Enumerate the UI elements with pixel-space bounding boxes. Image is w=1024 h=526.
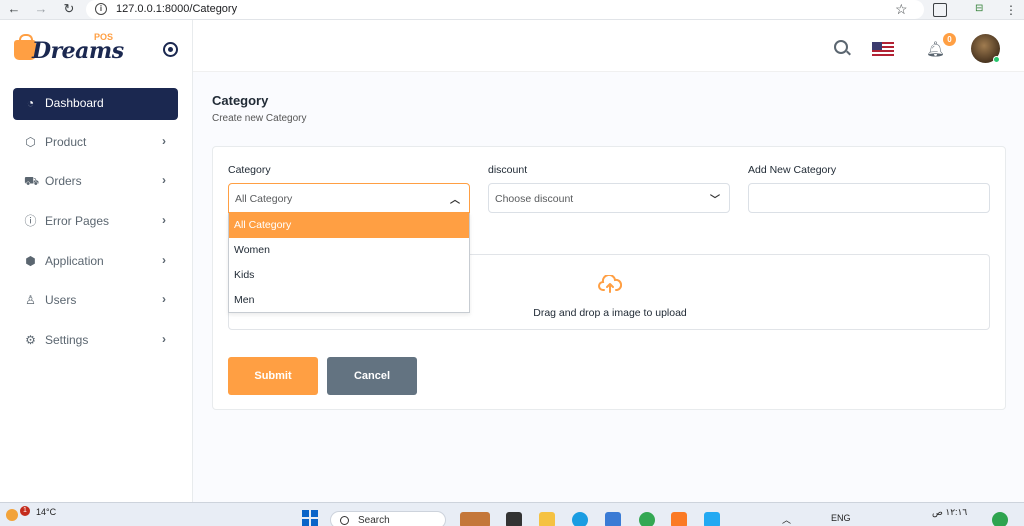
dropdown-option[interactable]: Women xyxy=(229,238,469,263)
windows-start-icon[interactable] xyxy=(302,510,318,526)
sidebar-item-application[interactable]: ⬢ Application › xyxy=(13,246,178,278)
chevron-right-icon: › xyxy=(162,292,166,306)
chevron-down-icon: ﹀ xyxy=(710,195,720,206)
box-icon: ⬡ xyxy=(25,135,36,149)
chevron-right-icon: › xyxy=(162,332,166,346)
page-subtitle: Create new Category xyxy=(212,113,307,124)
sidebar-toggle-icon[interactable] xyxy=(163,42,178,57)
top-header: 🔔︎ 0 xyxy=(193,20,1024,72)
sidebar-item-label: Dashboard xyxy=(45,96,104,110)
sidebar: Dreams POS ◔ Dashboard ⬡ Product › ⛟ Ord… xyxy=(0,20,193,502)
page-title: Category xyxy=(212,93,269,108)
online-status-dot xyxy=(993,56,1000,63)
browser-menu-icon[interactable]: ⋮ xyxy=(1005,3,1019,17)
extensions-icon[interactable] xyxy=(933,3,947,17)
notifications-icon[interactable] xyxy=(992,512,1008,526)
category-label: Category xyxy=(228,164,271,176)
chevron-right-icon: › xyxy=(162,134,166,148)
store-icon[interactable] xyxy=(605,512,621,526)
reload-icon[interactable]: ↻ xyxy=(61,1,77,17)
browser-toolbar: ← → ↻ i 127.0.0.1:8000/Category ☆ ⊟ ⋮ xyxy=(0,0,1024,20)
chrome-icon[interactable] xyxy=(639,512,655,526)
chevron-right-icon: › xyxy=(162,253,166,267)
cloud-upload-icon xyxy=(598,275,622,293)
category-select[interactable]: All Category ︿ xyxy=(228,183,470,213)
sidebar-item-label: Orders xyxy=(45,174,82,188)
sidebar-item-error-pages[interactable]: ⓘ Error Pages › xyxy=(13,206,178,238)
gear-icon: ⚙ xyxy=(25,333,36,347)
url-text: 127.0.0.1:8000/Category xyxy=(116,3,238,15)
chevron-up-icon: ︿ xyxy=(450,195,460,206)
new-category-input[interactable] xyxy=(748,183,990,213)
notification-badge: 0 xyxy=(943,33,956,46)
tray-chevron-icon[interactable]: ︿ xyxy=(782,513,791,526)
address-bar[interactable]: i 127.0.0.1:8000/Category xyxy=(86,0,924,19)
sidebar-item-label: Settings xyxy=(45,333,89,347)
sidebar-item-settings[interactable]: ⚙ Settings › xyxy=(13,325,178,357)
sidebar-item-users[interactable]: ♙ Users › xyxy=(13,285,178,317)
task-view-icon[interactable] xyxy=(506,512,522,526)
clock[interactable]: ١٢:١٦ ص xyxy=(932,507,967,518)
site-info-icon[interactable]: i xyxy=(95,3,107,15)
logo[interactable]: Dreams POS xyxy=(14,32,124,68)
cube-icon: ⬢ xyxy=(25,254,36,268)
sidebar-item-label: Error Pages xyxy=(45,214,110,228)
us-flag-icon[interactable] xyxy=(872,42,894,56)
cart-icon: ⛟ xyxy=(24,174,40,188)
sidebar-item-dashboard[interactable]: ◔ Dashboard xyxy=(13,88,178,120)
chevron-right-icon: › xyxy=(162,213,166,227)
discount-select-value: Choose discount xyxy=(495,193,574,205)
chevron-right-icon: › xyxy=(162,173,166,187)
bell-icon[interactable]: 🔔︎ xyxy=(926,40,945,58)
back-icon[interactable]: ← xyxy=(6,1,22,17)
forward-icon[interactable]: → xyxy=(33,1,49,17)
language-indicator[interactable]: ENG xyxy=(831,513,851,523)
taskbar-search[interactable]: Search xyxy=(330,511,446,526)
alert-circle-icon: ⓘ xyxy=(24,214,37,228)
user-icon: ♙ xyxy=(25,293,36,307)
sidebar-item-label: Application xyxy=(45,254,104,268)
vscode-icon[interactable] xyxy=(704,512,720,526)
weather-badge: 1 xyxy=(20,506,30,516)
bookmark-star-icon[interactable]: ☆ xyxy=(895,1,908,18)
sidebar-item-product[interactable]: ⬡ Product › xyxy=(13,127,178,159)
discount-label: discount xyxy=(488,164,528,176)
sidebar-item-label: Product xyxy=(45,135,87,149)
search-icon xyxy=(340,516,349,525)
category-dropdown-list: All Category Women Kids Men xyxy=(228,213,470,313)
profile-icon[interactable]: ⊟ xyxy=(975,3,989,17)
taskbar-search-label: Search xyxy=(358,515,390,526)
dropdown-option[interactable]: Men xyxy=(229,288,469,313)
sidebar-item-label: Users xyxy=(45,293,77,307)
dropdown-option[interactable]: All Category xyxy=(229,213,469,238)
category-select-value: All Category xyxy=(235,193,293,205)
dashboard-icon: ◔ xyxy=(26,96,35,110)
os-taskbar: 1 14°C Search ︿ ENG ١٢:١٦ ص xyxy=(0,502,1024,526)
logo-superscript: POS xyxy=(94,32,114,42)
sidebar-item-orders[interactable]: ⛟ Orders › xyxy=(13,166,178,198)
submit-button[interactable]: Submit xyxy=(228,357,318,395)
file-explorer-icon[interactable] xyxy=(539,512,555,526)
discount-select[interactable]: Choose discount ﹀ xyxy=(488,183,730,213)
new-category-label: Add New Category xyxy=(748,164,837,176)
xampp-icon[interactable] xyxy=(671,512,687,526)
weather-icon[interactable] xyxy=(6,509,18,521)
temperature-text: 14°C xyxy=(36,507,57,517)
search-icon[interactable] xyxy=(834,40,848,54)
cancel-button[interactable]: Cancel xyxy=(327,357,417,395)
edge-icon[interactable] xyxy=(572,512,588,526)
game-app-icon[interactable] xyxy=(460,512,490,526)
dropdown-option[interactable]: Kids xyxy=(229,263,469,288)
